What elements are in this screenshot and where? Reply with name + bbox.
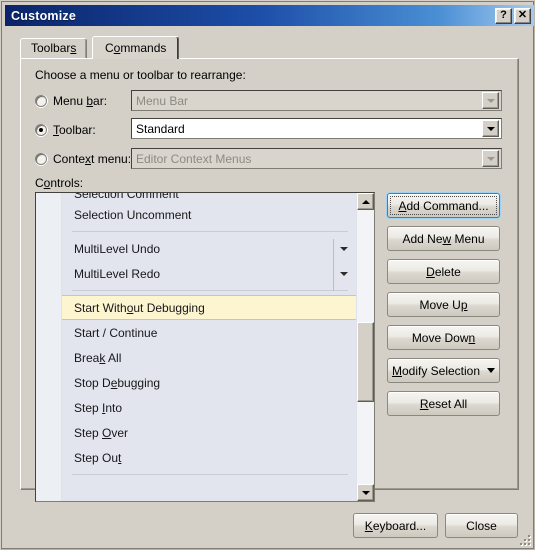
tab-toolbars-label: Toolbars (31, 41, 77, 55)
help-icon[interactable]: ? (495, 7, 512, 24)
scroll-up-button[interactable] (357, 193, 374, 210)
radio-row-context-menu[interactable]: Context menu: (35, 148, 131, 170)
list-item[interactable]: Step Out (62, 445, 356, 470)
list-item[interactable]: Break All (62, 345, 356, 370)
radio-row-menu-bar[interactable]: Menu bar: (35, 90, 107, 112)
list-separator (62, 227, 356, 236)
customize-dialog: Customize ? ✕ Toolbars Commands Choose a… (0, 0, 535, 550)
chevron-down-icon (486, 98, 495, 103)
combo-toolbar-value: Standard (136, 121, 185, 136)
scroll-track[interactable] (357, 210, 374, 484)
chevron-down-icon (486, 126, 495, 131)
dropdown-divider (333, 239, 334, 291)
chevron-down-icon (361, 490, 370, 495)
item-dropdown-icon[interactable] (340, 271, 348, 276)
list-item-label: Step Out (74, 450, 122, 465)
list-item[interactable]: MultiLevel Redo (62, 261, 356, 286)
commands-panel: Choose a menu or toolbar to rearrange: M… (20, 58, 519, 502)
combo-menu-bar[interactable]: Menu Bar (131, 90, 502, 111)
close-icon[interactable]: ✕ (514, 7, 531, 24)
list-item-label: Start Without Debugging (74, 300, 205, 315)
delete-button[interactable]: Delete (387, 259, 500, 284)
radio-menu-bar-label: Menu bar: (53, 94, 108, 108)
tab-commands-label: Commands (105, 41, 167, 55)
close-button[interactable]: Close (445, 513, 518, 538)
list-item-label: MultiLevel Redo (74, 266, 161, 281)
radio-row-toolbar[interactable]: Toolbar: (35, 119, 96, 141)
radio-menu-bar[interactable] (35, 95, 47, 107)
radio-toolbar[interactable] (35, 124, 47, 136)
combo-context-menu-dropdown-icon[interactable] (482, 150, 499, 167)
modify-selection-button-label: Modify Selection (391, 363, 481, 378)
radio-context-menu-label: Context menu: (53, 152, 132, 166)
reset-all-button[interactable]: Reset All (387, 391, 500, 416)
delete-button-label: Delete (426, 264, 461, 279)
list-item-selected[interactable]: Start Without Debugging (62, 295, 356, 320)
list-item[interactable]: Start / Continue (62, 320, 356, 345)
combo-toolbar-dropdown-icon[interactable] (482, 120, 499, 137)
add-new-menu-button[interactable]: Add New Menu (387, 226, 500, 251)
chevron-down-icon (486, 156, 495, 161)
move-up-button[interactable]: Move Up (387, 292, 500, 317)
list-item-label: Selection Comment (74, 193, 179, 201)
list-item[interactable]: Step Into (62, 395, 356, 420)
chevron-up-icon (361, 199, 370, 204)
add-new-menu-button-label: Add New Menu (402, 231, 485, 246)
reset-all-button-label: Reset All (419, 396, 468, 411)
chevron-down-icon (487, 368, 496, 373)
resize-grip[interactable] (516, 531, 530, 545)
list-item-label: Start / Continue (74, 325, 158, 340)
keyboard-button-label: Keyboard... (364, 518, 427, 533)
list-item-label: MultiLevel Undo (74, 241, 161, 256)
list-item-label: Stop Debugging (74, 375, 161, 390)
instruction-label: Choose a menu or toolbar to rearrange: (35, 68, 246, 82)
window-title: Customize (11, 8, 77, 23)
list-separator (62, 470, 356, 479)
list-item-label: Step Into (74, 400, 123, 415)
radio-toolbar-label: Toolbar: (53, 123, 96, 137)
move-down-button[interactable]: Move Down (387, 325, 500, 350)
icon-gutter (36, 193, 62, 501)
controls-list[interactable]: Selection Comment Selection Uncomment Mult… (62, 193, 356, 501)
title-bar-buttons: ? ✕ (495, 7, 531, 24)
scroll-down-button[interactable] (357, 484, 374, 501)
list-item[interactable]: Selection Comment (62, 193, 356, 202)
add-command-button[interactable]: Add Command... (387, 193, 500, 218)
list-item[interactable]: Selection Uncomment (62, 202, 356, 227)
scroll-thumb[interactable] (357, 322, 374, 402)
tab-commands[interactable]: Commands (92, 36, 180, 59)
combo-menu-bar-value: Menu Bar (136, 93, 189, 108)
list-separator (62, 286, 356, 295)
tab-strip: Toolbars Commands (20, 36, 518, 59)
move-up-button-label: Move Up (419, 297, 468, 312)
combo-menu-bar-dropdown-icon[interactable] (482, 92, 499, 109)
list-item-label: Selection Uncomment (74, 207, 192, 222)
focus-ring (390, 196, 497, 215)
list-item-label: Break All (74, 350, 122, 365)
move-down-button-label: Move Down (411, 330, 476, 345)
controls-label: Controls: (35, 176, 84, 190)
modify-selection-button[interactable]: Modify Selection (387, 358, 500, 383)
controls-listbox[interactable]: Selection Comment Selection Uncomment Mult… (35, 192, 375, 502)
tab-toolbars[interactable]: Toolbars (20, 38, 88, 58)
list-item[interactable]: MultiLevel Undo (62, 236, 356, 261)
list-item[interactable]: Stop Debugging (62, 370, 356, 395)
combo-context-menu-value: Editor Context Menus (136, 151, 252, 166)
keyboard-button[interactable]: Keyboard... (353, 513, 438, 538)
list-item-label: Step Over (74, 425, 129, 440)
item-dropdown-icon[interactable] (340, 246, 348, 251)
radio-context-menu[interactable] (35, 153, 47, 165)
list-scrollbar[interactable] (356, 193, 374, 501)
close-button-label: Close (466, 518, 497, 533)
combo-context-menu[interactable]: Editor Context Menus (131, 148, 502, 169)
title-bar[interactable]: Customize ? ✕ (5, 5, 534, 26)
list-item[interactable]: Step Over (62, 420, 356, 445)
combo-toolbar[interactable]: Standard (131, 118, 502, 139)
